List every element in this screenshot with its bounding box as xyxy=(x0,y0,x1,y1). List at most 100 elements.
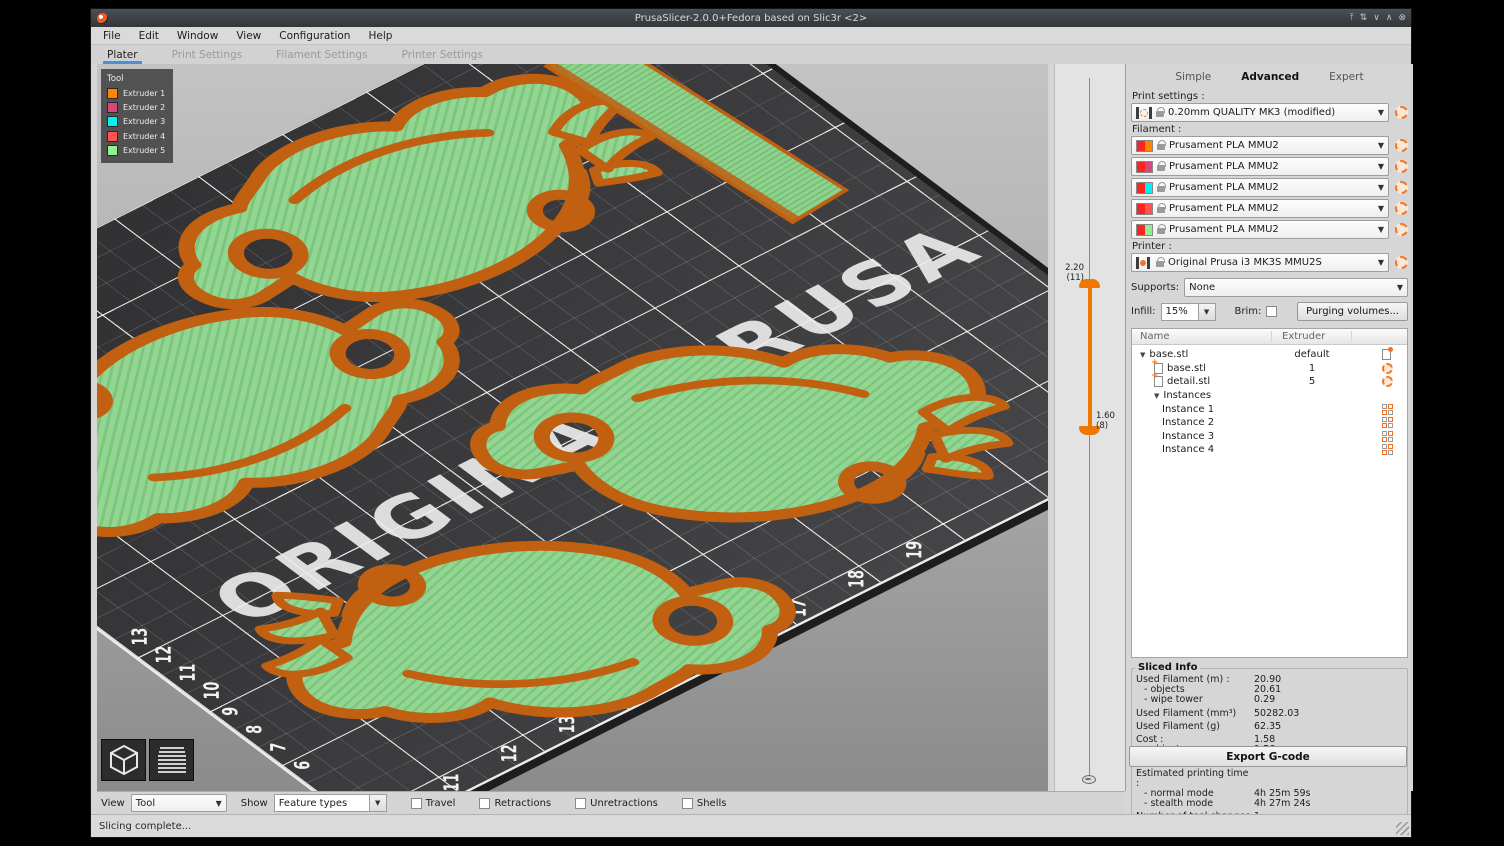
filament-swatch xyxy=(1136,182,1153,194)
chevron-down-icon: ▼ xyxy=(1378,204,1384,213)
filament-5-gear-icon[interactable] xyxy=(1395,223,1408,236)
chevron-down-icon: ▼ xyxy=(1378,141,1384,150)
menu-window[interactable]: Window xyxy=(177,30,218,42)
instance-printable-icon[interactable] xyxy=(1382,444,1393,455)
view-combo[interactable]: Tool ▼ xyxy=(131,794,227,812)
column-extruder[interactable]: Extruder xyxy=(1272,331,1352,342)
title-bar: PrusaSlicer-2.0.0+Fedora based on Slic3r… xyxy=(91,9,1411,27)
volume-settings-gear-icon[interactable] xyxy=(1382,363,1393,374)
mode-advanced[interactable]: Advanced xyxy=(1241,71,1299,83)
retractions-checkbox[interactable] xyxy=(479,798,490,809)
volume-row[interactable]: base.stl 1 xyxy=(1132,362,1407,376)
menu-view[interactable]: View xyxy=(236,30,261,42)
tab-printer-settings[interactable]: Printer Settings xyxy=(402,45,483,64)
instance-row[interactable]: Instance 3 xyxy=(1132,430,1407,444)
object-list-header: Name Extruder xyxy=(1132,329,1407,345)
cube-icon xyxy=(107,744,141,776)
tab-plater[interactable]: Plater xyxy=(107,45,138,64)
filament-1-gear-icon[interactable] xyxy=(1395,139,1408,152)
object-extruder[interactable]: default xyxy=(1272,349,1352,360)
tab-print-settings[interactable]: Print Settings xyxy=(172,45,243,64)
filament-swatch xyxy=(1136,140,1153,152)
3d-viewport[interactable]: ORIGINAL PRUSA 10 11 12 13 14 15 16 17 1… xyxy=(97,64,1048,791)
filament-combo-2[interactable]: Prusament PLA MMU2 ▼ xyxy=(1131,157,1389,176)
print-settings-label: Print settings : xyxy=(1132,91,1408,102)
mode-expert[interactable]: Expert xyxy=(1329,71,1363,83)
instance-printable-icon[interactable] xyxy=(1382,431,1393,442)
collapse-icon[interactable]: ▼ xyxy=(1154,392,1159,400)
filament-2-gear-icon[interactable] xyxy=(1395,160,1408,173)
filament-value: Prusament PLA MMU2 xyxy=(1169,203,1279,214)
brim-label: Brim: xyxy=(1235,306,1262,317)
column-name[interactable]: Name xyxy=(1132,331,1272,342)
print-settings-gear-icon[interactable] xyxy=(1395,106,1408,119)
menu-configuration[interactable]: Configuration xyxy=(279,30,350,42)
instances-group-row[interactable]: ▼Instances xyxy=(1132,389,1407,403)
object-instance-4 xyxy=(242,530,809,731)
filament-swatch xyxy=(1136,161,1153,173)
print-bed: ORIGINAL PRUSA 10 11 12 13 14 15 16 17 1… xyxy=(97,64,1048,791)
volume-extruder[interactable]: 5 xyxy=(1272,376,1352,387)
filament-combo-3[interactable]: Prusament PLA MMU2 ▼ xyxy=(1131,178,1389,197)
filament-value: Prusament PLA MMU2 xyxy=(1169,161,1279,172)
filament-combo-1[interactable]: Prusament PLA MMU2 ▼ xyxy=(1131,136,1389,155)
extruder-5-label: Extruder 5 xyxy=(123,146,165,155)
info-value: 62.35 xyxy=(1254,722,1281,732)
printer-gear-icon[interactable] xyxy=(1395,256,1408,269)
collapse-icon[interactable]: ▼ xyxy=(1140,351,1145,359)
infill-dropdown-button[interactable]: ▼ xyxy=(1199,303,1216,321)
instance-row[interactable]: Instance 4 xyxy=(1132,443,1407,457)
filament-combo-5[interactable]: Prusament PLA MMU2 ▼ xyxy=(1131,220,1389,239)
infill-combo[interactable]: 15% xyxy=(1161,303,1199,321)
preview-view-button[interactable] xyxy=(149,739,194,781)
show-combo[interactable]: Feature types xyxy=(274,794,370,812)
show-value: Feature types xyxy=(279,798,348,809)
filament-value: Prusament PLA MMU2 xyxy=(1169,140,1279,151)
instance-row[interactable]: Instance 1 xyxy=(1132,402,1407,416)
supports-combo[interactable]: None ▼ xyxy=(1184,278,1408,297)
instance-row[interactable]: Instance 2 xyxy=(1132,416,1407,430)
object-settings-icon[interactable] xyxy=(1382,349,1391,360)
lock-icon xyxy=(1157,165,1165,171)
info-value: 50282.03 xyxy=(1254,709,1299,719)
unretractions-checkbox[interactable] xyxy=(575,798,586,809)
show-dropdown-button[interactable]: ▼ xyxy=(370,794,387,812)
brim-checkbox[interactable] xyxy=(1266,306,1277,317)
window-rollup-icon[interactable]: ⤒ xyxy=(1350,13,1354,23)
chevron-down-icon: ▼ xyxy=(1378,225,1384,234)
volume-row[interactable]: detail.stl 5 xyxy=(1132,375,1407,389)
shells-checkbox[interactable] xyxy=(682,798,693,809)
instance-printable-icon[interactable] xyxy=(1382,404,1393,415)
menu-edit[interactable]: Edit xyxy=(139,30,159,42)
window-minimize-icon[interactable]: ∨ xyxy=(1373,13,1380,23)
menu-help[interactable]: Help xyxy=(368,30,392,42)
mode-simple[interactable]: Simple xyxy=(1175,71,1211,83)
layer-slider-range[interactable] xyxy=(1088,286,1092,428)
upper-layer-height: 2.20 xyxy=(1065,263,1084,273)
instance-printable-icon[interactable] xyxy=(1382,417,1393,428)
menu-bar: File Edit Window View Configuration Help xyxy=(91,27,1411,45)
3d-editor-view-button[interactable] xyxy=(101,739,146,781)
lock-icon xyxy=(1157,144,1165,150)
travel-checkbox[interactable] xyxy=(411,798,422,809)
one-layer-mode-icon[interactable] xyxy=(1082,775,1096,784)
window-maximize-icon[interactable]: ∧ xyxy=(1386,13,1393,23)
menu-file[interactable]: File xyxy=(103,30,121,42)
window-stick-icon[interactable]: ⇅ xyxy=(1360,13,1368,23)
sliced-objects-layer[interactable] xyxy=(97,64,1048,791)
filament-combo-4[interactable]: Prusament PLA MMU2 ▼ xyxy=(1131,199,1389,218)
filament-4-gear-icon[interactable] xyxy=(1395,202,1408,215)
export-gcode-button[interactable]: Export G-code xyxy=(1129,746,1407,767)
object-row[interactable]: ▼base.stl default xyxy=(1132,348,1407,362)
lock-icon xyxy=(1157,207,1165,213)
resize-grip[interactable] xyxy=(1396,822,1409,835)
window-close-icon[interactable]: ⊗ xyxy=(1398,13,1406,23)
filament-value: Prusament PLA MMU2 xyxy=(1169,182,1279,193)
printer-combo[interactable]: Original Prusa i3 MK3S MMU2S ▼ xyxy=(1131,253,1389,272)
filament-3-gear-icon[interactable] xyxy=(1395,181,1408,194)
print-settings-combo[interactable]: 0.20mm QUALITY MK3 (modified) ▼ xyxy=(1131,103,1389,122)
volume-settings-gear-icon[interactable] xyxy=(1382,376,1393,387)
volume-extruder[interactable]: 1 xyxy=(1272,363,1352,374)
purging-volumes-button[interactable]: Purging volumes... xyxy=(1297,302,1408,321)
tab-filament-settings[interactable]: Filament Settings xyxy=(276,45,367,64)
